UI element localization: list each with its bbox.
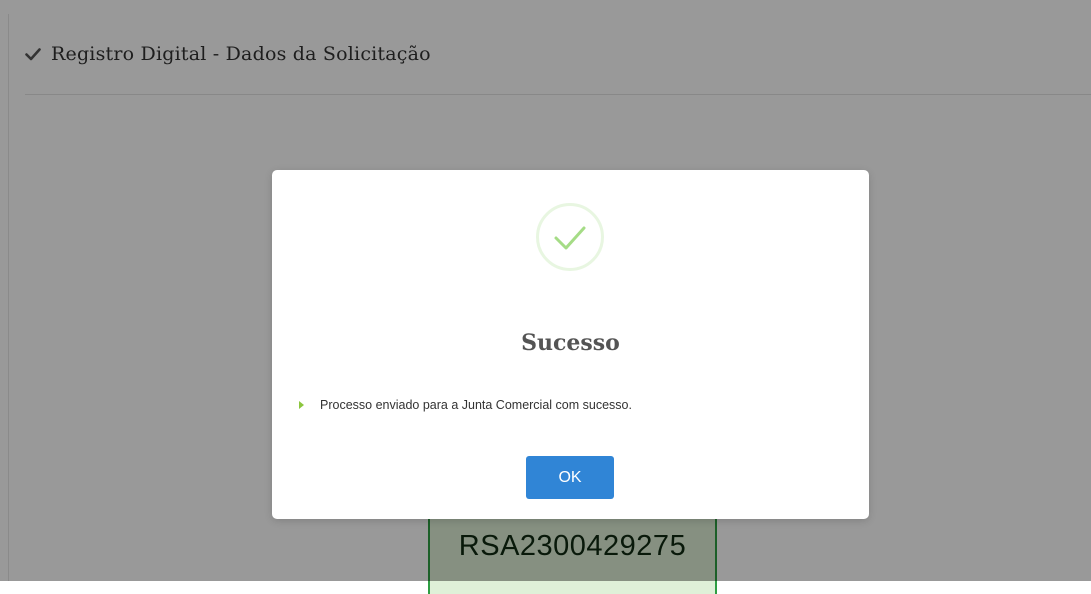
ok-button[interactable]: OK bbox=[526, 456, 614, 499]
dialog-message: Processo enviado para a Junta Comercial … bbox=[299, 398, 632, 412]
dialog-message-text: Processo enviado para a Junta Comercial … bbox=[320, 398, 632, 412]
success-dialog: Sucesso Processo enviado para a Junta Co… bbox=[272, 170, 869, 519]
dialog-title: Sucesso bbox=[521, 330, 620, 356]
bullet-arrow-icon bbox=[299, 401, 304, 409]
success-check-icon bbox=[536, 203, 604, 271]
